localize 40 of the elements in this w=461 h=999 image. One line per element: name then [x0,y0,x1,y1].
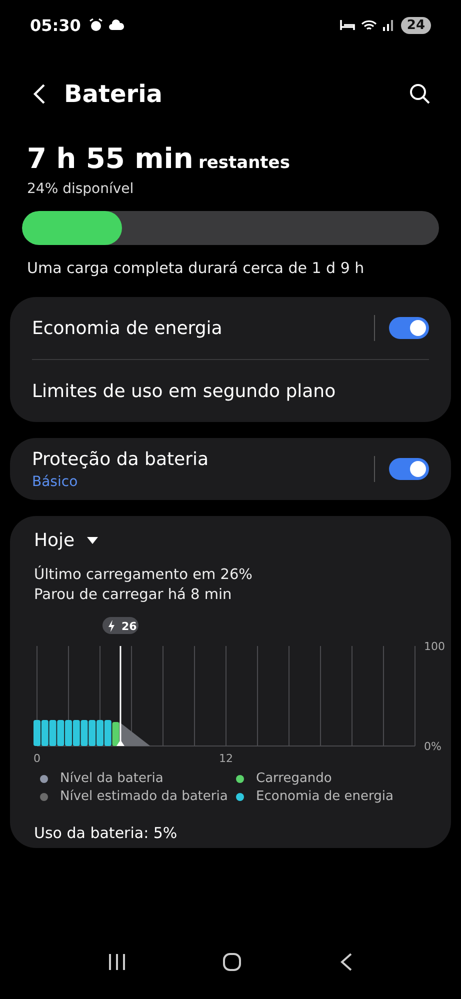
back-nav-icon[interactable] [338,952,353,972]
recent-apps-icon[interactable] [108,953,126,971]
estimate-area [119,722,150,746]
cloud-icon [108,19,125,31]
setting-label[interactable]: Economia de energia [32,318,374,338]
full-charge-text: Uma carga completa durará cerca de 1 d 9 h [27,259,366,277]
home-icon[interactable] [222,952,242,972]
clock: 05:30 [30,16,81,34]
alarm-icon [88,18,103,32]
bed-icon [340,19,355,31]
setting-label[interactable]: Proteção da bateria [32,448,374,470]
setting-label[interactable]: Limites de uso em segundo plano [32,380,429,402]
wifi-icon [360,18,377,32]
back-icon[interactable] [32,83,46,105]
marker-bubble [102,617,138,634]
legend-label: Carregando [256,771,332,786]
bolt-icon [108,620,114,632]
setting-value: Básico [32,474,79,490]
toggle-switch[interactable] [389,458,429,480]
marker-value: 26 [121,620,137,633]
axis-label: 100 [424,640,445,653]
legend-label: Nível da bateria [60,771,164,786]
legend-label: Economia de energia [256,789,394,804]
available-text: 24% disponível [27,181,135,197]
dropdown-icon[interactable] [86,537,98,544]
last-charge-text: Último carregamento em 26% [33,567,254,583]
battery-usage-text: Uso da bateria: 5% [33,824,178,842]
axis-label: 0 [34,752,40,763]
page-title: Bateria [64,80,162,108]
search-icon[interactable] [409,83,431,105]
charge-stopped-text: Parou de carregar há 8 min [33,587,233,603]
period-selector[interactable]: Hoje [34,530,75,551]
battery-badge: 24 [400,16,431,34]
axis-label: 0% [424,740,442,753]
time-remaining: 7 h 55 min [27,142,194,175]
remaining-label: restantes [198,153,290,173]
signal-icon [382,19,395,31]
legend-label: Nível estimado da bateria [60,789,228,804]
axis-label: 12 [219,752,233,763]
toggle-switch[interactable] [389,317,429,339]
